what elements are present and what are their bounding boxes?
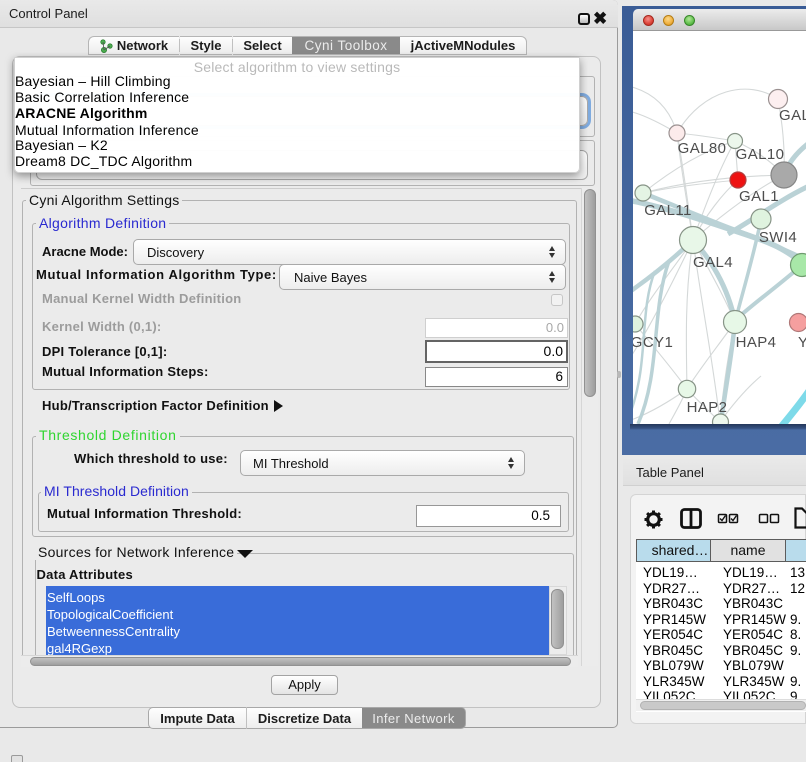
svg-text:GAL2: GAL2 <box>779 107 806 124</box>
svg-text:GAL10: GAL10 <box>736 146 785 163</box>
svg-text:GAL80: GAL80 <box>678 140 727 157</box>
svg-text:SWI4: SWI4 <box>759 229 797 246</box>
svg-text:HAP4: HAP4 <box>736 334 777 351</box>
svg-text:GAL11: GAL11 <box>644 202 692 219</box>
svg-text:GCY1: GCY1 <box>633 334 673 351</box>
svg-text:YM: YM <box>798 334 806 351</box>
svg-text:HAP2: HAP2 <box>687 399 728 416</box>
svg-text:GAL4: GAL4 <box>693 254 733 271</box>
svg-text:GAL1: GAL1 <box>739 188 779 205</box>
